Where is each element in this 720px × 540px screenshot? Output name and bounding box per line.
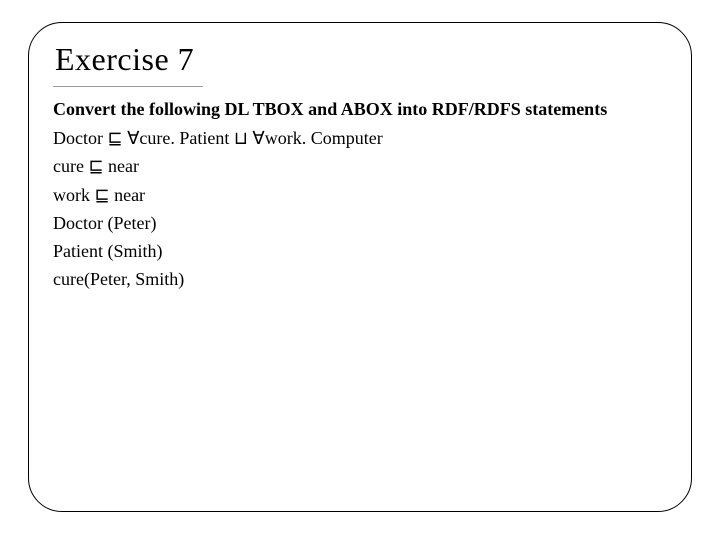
dl-line-6: cure(Peter, Smith) [53,267,667,291]
dl-line-1: Doctor ⊑ ∀cure. Patient ⊔ ∀work. Compute… [53,126,667,150]
dl-line-5: Patient (Smith) [53,239,667,263]
dl-line-3: work ⊑ near [53,183,667,207]
exercise-prompt: Convert the following DL TBOX and ABOX i… [53,99,667,120]
slide-container: Exercise 7 Convert the following DL TBOX… [0,0,720,540]
title-underline [53,86,203,87]
slide-frame: Exercise 7 Convert the following DL TBOX… [28,22,692,512]
dl-line-2: cure ⊑ near [53,154,667,178]
slide-title: Exercise 7 [55,41,667,78]
dl-line-4: Doctor (Peter) [53,211,667,235]
